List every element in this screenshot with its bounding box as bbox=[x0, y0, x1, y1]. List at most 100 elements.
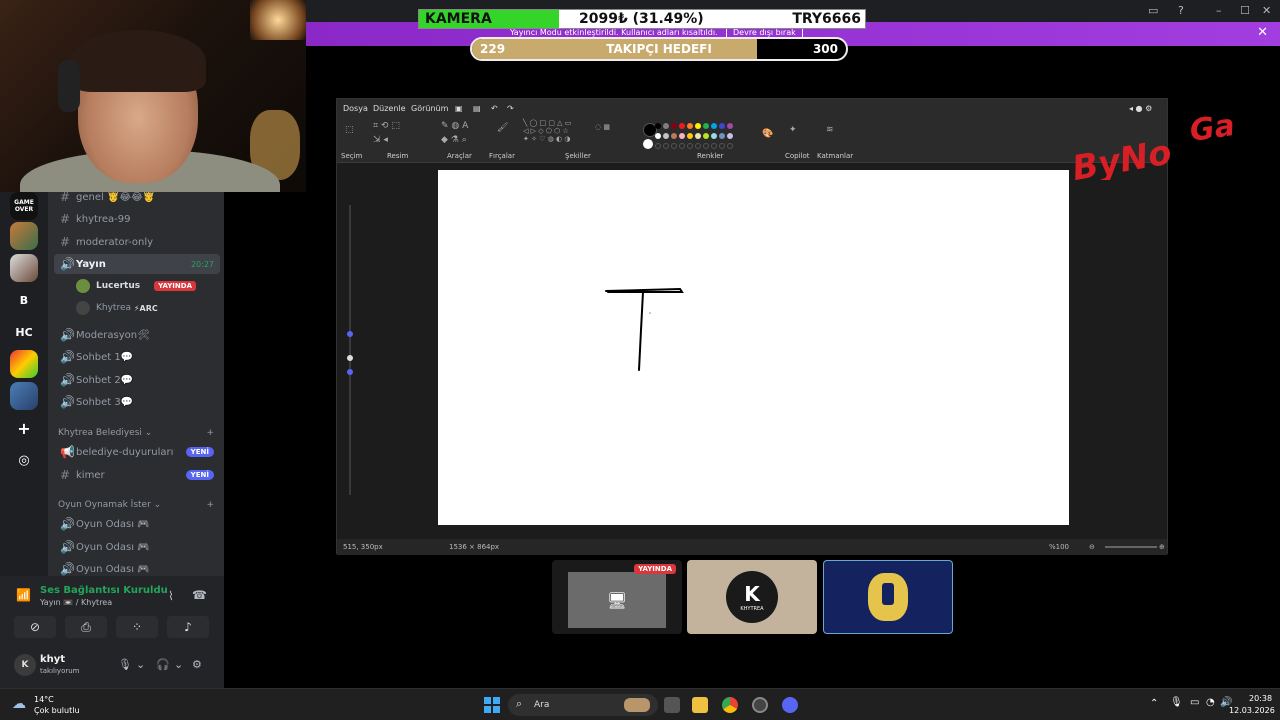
palette-empty-swatch[interactable] bbox=[687, 143, 693, 149]
voice-channel-sohbet-2[interactable]: 🔊 Sohbet 2💬 bbox=[54, 370, 220, 390]
wifi-icon[interactable]: ◔ bbox=[1206, 697, 1215, 708]
zoom-level[interactable]: %100 bbox=[1049, 543, 1069, 551]
activities-button[interactable]: ⁘ bbox=[116, 616, 158, 638]
stream-thumbnail-screen[interactable]: 🖥 YAYINDA bbox=[552, 560, 682, 634]
shape-outline-icon[interactable]: ◌ ▦ bbox=[595, 123, 610, 131]
palette-color-swatch[interactable] bbox=[679, 123, 685, 129]
server-icon-6[interactable] bbox=[10, 350, 38, 378]
task-view-icon[interactable] bbox=[664, 697, 680, 713]
palette-color-swatch[interactable] bbox=[695, 133, 701, 139]
crop-icon[interactable]: ⌗ ⟲ ⬚ bbox=[373, 121, 400, 131]
server-icon-hc[interactable]: HC bbox=[10, 318, 38, 346]
clock-date[interactable]: 12.03.2026 bbox=[1229, 706, 1275, 715]
palette-color-swatch[interactable] bbox=[711, 133, 717, 139]
inbox-icon[interactable]: ▭ bbox=[1148, 4, 1158, 17]
headphones-icon[interactable]: 🎧 bbox=[156, 658, 170, 671]
share-icon[interactable]: ▤ bbox=[473, 104, 481, 113]
palette-color-swatch[interactable] bbox=[695, 123, 701, 129]
zoom-slider[interactable] bbox=[1105, 546, 1157, 548]
palette-color-swatch[interactable] bbox=[703, 123, 709, 129]
server-icon-3[interactable] bbox=[10, 254, 38, 282]
voice-channel-moderasyon[interactable]: 🔊 Moderasyon🛠 bbox=[54, 325, 220, 345]
chevron-down-icon[interactable]: ⌄ bbox=[174, 658, 183, 671]
copilot-icon[interactable]: ✦ bbox=[789, 125, 797, 135]
server-icon-7[interactable] bbox=[10, 382, 38, 410]
palette-empty-swatch[interactable] bbox=[655, 143, 661, 149]
brush-icon[interactable]: 🖌 bbox=[497, 123, 508, 133]
save-icon[interactable]: ▣ bbox=[455, 104, 463, 113]
voice-user-lucertus[interactable]: Lucertus YAYINDA bbox=[76, 277, 196, 295]
weather-desc[interactable]: Çok bulutlu bbox=[34, 706, 80, 715]
username[interactable]: khyt bbox=[40, 654, 65, 665]
palette-color-swatch[interactable] bbox=[719, 133, 725, 139]
weather-temp[interactable]: 14°C bbox=[34, 695, 54, 704]
monitor-tray-icon[interactable]: ▭ bbox=[1190, 697, 1199, 708]
screen-share-button[interactable]: ⎙ bbox=[65, 616, 107, 638]
pencil-icon[interactable]: ✎ ◍ A bbox=[441, 121, 468, 131]
category-oyun-oynamak[interactable]: Oyun Oynamak İster ⌄ + bbox=[58, 500, 214, 510]
palette-color-swatch[interactable] bbox=[727, 133, 733, 139]
palette-empty-swatch[interactable] bbox=[695, 143, 701, 149]
server-icon-2[interactable] bbox=[10, 222, 38, 250]
channel-khytrea-99[interactable]: # khytrea-99 bbox=[54, 209, 220, 229]
redo-icon[interactable]: ↷ bbox=[507, 104, 514, 113]
camera-toggle-button[interactable]: ⊘ bbox=[14, 616, 56, 638]
menu-view[interactable]: Görünüm bbox=[411, 104, 448, 113]
noise-suppression-icon[interactable]: ⌇ bbox=[168, 589, 174, 603]
eraser-icon[interactable]: ◆ ⚗ ⌕ bbox=[441, 135, 467, 145]
voice-channel-sohbet-1[interactable]: 🔊 Sohbet 1💬 bbox=[54, 347, 220, 367]
disconnect-icon[interactable]: ☎ bbox=[192, 588, 207, 602]
settings-gear-icon[interactable]: ⚙ bbox=[192, 658, 202, 671]
selection-icon[interactable]: ⬚ bbox=[345, 125, 354, 135]
palette-empty-swatch[interactable] bbox=[727, 143, 733, 149]
voice-channel-oyun-odasi-2[interactable]: 🔊 Oyun Odası 🎮 bbox=[54, 537, 220, 557]
palette-color-swatch[interactable] bbox=[663, 123, 669, 129]
file-explorer-icon[interactable] bbox=[692, 697, 708, 713]
channel-genel[interactable]: # genel 🤴😂😂🤴 bbox=[54, 192, 220, 207]
microphone-icon[interactable]: 🎙 bbox=[118, 658, 132, 671]
voice-channel-sohbet-3[interactable]: 🔊 Sohbet 3💬 bbox=[54, 392, 220, 412]
clock-time[interactable]: 20:38 bbox=[1249, 694, 1272, 703]
maximize-button[interactable]: ☐ bbox=[1240, 4, 1250, 17]
voice-channel-yayin[interactable]: 🔊 Yayın 20:27 bbox=[54, 254, 220, 274]
microphone-tray-icon[interactable]: 🎙 bbox=[1170, 697, 1183, 708]
add-server-icon[interactable]: + bbox=[10, 414, 38, 442]
channel-moderator-only[interactable]: # moderator-only bbox=[54, 232, 220, 252]
voice-channel-oyun-odasi-1[interactable]: 🔊 Oyun Odası 🎮 bbox=[54, 514, 220, 534]
palette-color-swatch[interactable] bbox=[703, 133, 709, 139]
palette-color-swatch[interactable] bbox=[655, 133, 661, 139]
taskbar-search[interactable]: ⌕ Ara bbox=[508, 694, 658, 716]
palette-color-swatch[interactable] bbox=[671, 133, 677, 139]
windows-start-icon[interactable] bbox=[484, 697, 500, 713]
server-icon-gameover[interactable]: GAME OVER bbox=[10, 192, 38, 220]
palette-empty-swatch[interactable] bbox=[703, 143, 709, 149]
palette-color-swatch[interactable] bbox=[671, 123, 677, 129]
zoom-in-icon[interactable]: ⊕ bbox=[1159, 543, 1165, 551]
palette-empty-swatch[interactable] bbox=[671, 143, 677, 149]
close-window-button[interactable]: ✕ bbox=[1262, 4, 1271, 17]
voice-user-khytrea[interactable]: Khytrea ⚡ARC bbox=[76, 299, 158, 317]
palette-empty-swatch[interactable] bbox=[719, 143, 725, 149]
resize-icon[interactable]: ⇲ ◂ bbox=[373, 135, 388, 145]
edit-colors-icon[interactable]: 🎨 bbox=[762, 129, 773, 139]
voice-channel-oyun-odasi-3[interactable]: 🔊 Oyun Odası 🎮 bbox=[54, 559, 220, 576]
palette-empty-swatch[interactable] bbox=[711, 143, 717, 149]
help-icon[interactable]: ? bbox=[1178, 4, 1184, 17]
chevron-up-icon[interactable]: ⌃ bbox=[1150, 698, 1158, 709]
add-channel-icon[interactable]: + bbox=[206, 500, 214, 510]
weather-cloud-icon[interactable]: ☁ bbox=[12, 696, 26, 712]
chevron-down-icon[interactable]: ⌄ bbox=[136, 658, 145, 671]
app-icon[interactable] bbox=[752, 697, 768, 713]
palette-color-swatch[interactable] bbox=[663, 133, 669, 139]
category-khytrea-belediyesi[interactable]: Khytrea Belediyesi ⌄ + bbox=[58, 428, 214, 438]
menu-edit[interactable]: Düzenle bbox=[373, 104, 406, 113]
palette-color-swatch[interactable] bbox=[687, 133, 693, 139]
discord-taskbar-icon[interactable] bbox=[782, 697, 798, 713]
palette-color-swatch[interactable] bbox=[727, 123, 733, 129]
server-icon-b[interactable]: B bbox=[10, 286, 38, 314]
palette-empty-swatch[interactable] bbox=[679, 143, 685, 149]
user-avatar[interactable]: K bbox=[14, 654, 36, 676]
stream-thumbnail-khytrea[interactable]: K KHYTREA bbox=[687, 560, 817, 634]
color-2-swatch[interactable] bbox=[643, 139, 653, 149]
palette-color-swatch[interactable] bbox=[679, 133, 685, 139]
